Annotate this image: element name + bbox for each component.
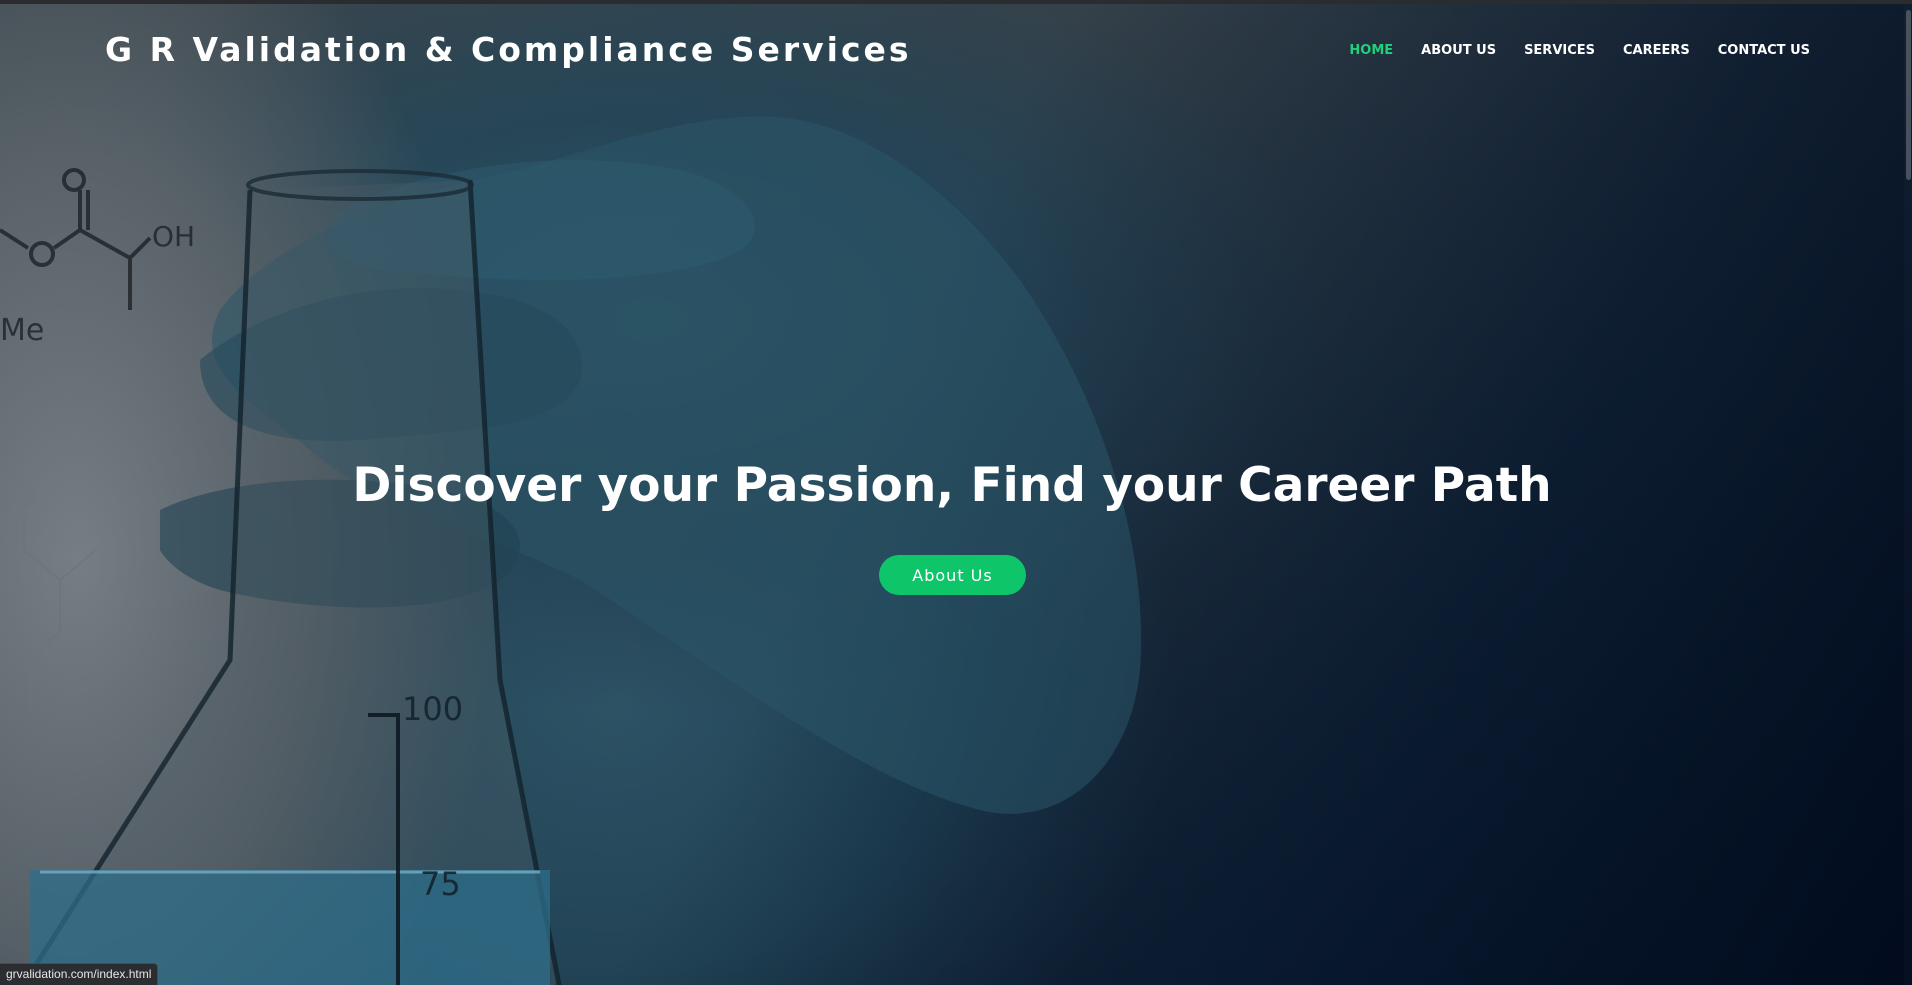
- nav-home[interactable]: HOME: [1349, 43, 1393, 58]
- scrollbar-thumb[interactable]: [1906, 10, 1911, 180]
- flask-mark-75: 75: [420, 865, 461, 903]
- nav-services[interactable]: SERVICES: [1524, 43, 1595, 58]
- molecule-label-oh: OH: [152, 220, 195, 253]
- about-us-button[interactable]: About Us: [879, 555, 1026, 595]
- nav-contact-us[interactable]: CONTACT US: [1718, 43, 1810, 58]
- main-nav: HOME ABOUT US SERVICES CAREERS CONTACT U…: [1349, 43, 1810, 58]
- page: Me OH 100 75 G R Validation & Compliance…: [0, 0, 1912, 985]
- nav-careers[interactable]: CAREERS: [1623, 43, 1690, 58]
- site-brand[interactable]: G R Validation & Compliance Services: [105, 30, 912, 69]
- nav-about-us[interactable]: ABOUT US: [1421, 43, 1496, 58]
- hero-title: Discover your Passion, Find your Career …: [352, 458, 1552, 513]
- flask-mark-100: 100: [402, 690, 463, 728]
- site-header: G R Validation & Compliance Services HOM…: [0, 0, 1912, 100]
- page-scrollbar[interactable]: [1904, 4, 1912, 985]
- browser-status-url: grvalidation.com/index.html: [0, 963, 159, 985]
- browser-top-edge: [0, 0, 1912, 4]
- lab-flask-image: 100 75: [20, 169, 562, 985]
- molecule-label-me: Me: [0, 313, 44, 348]
